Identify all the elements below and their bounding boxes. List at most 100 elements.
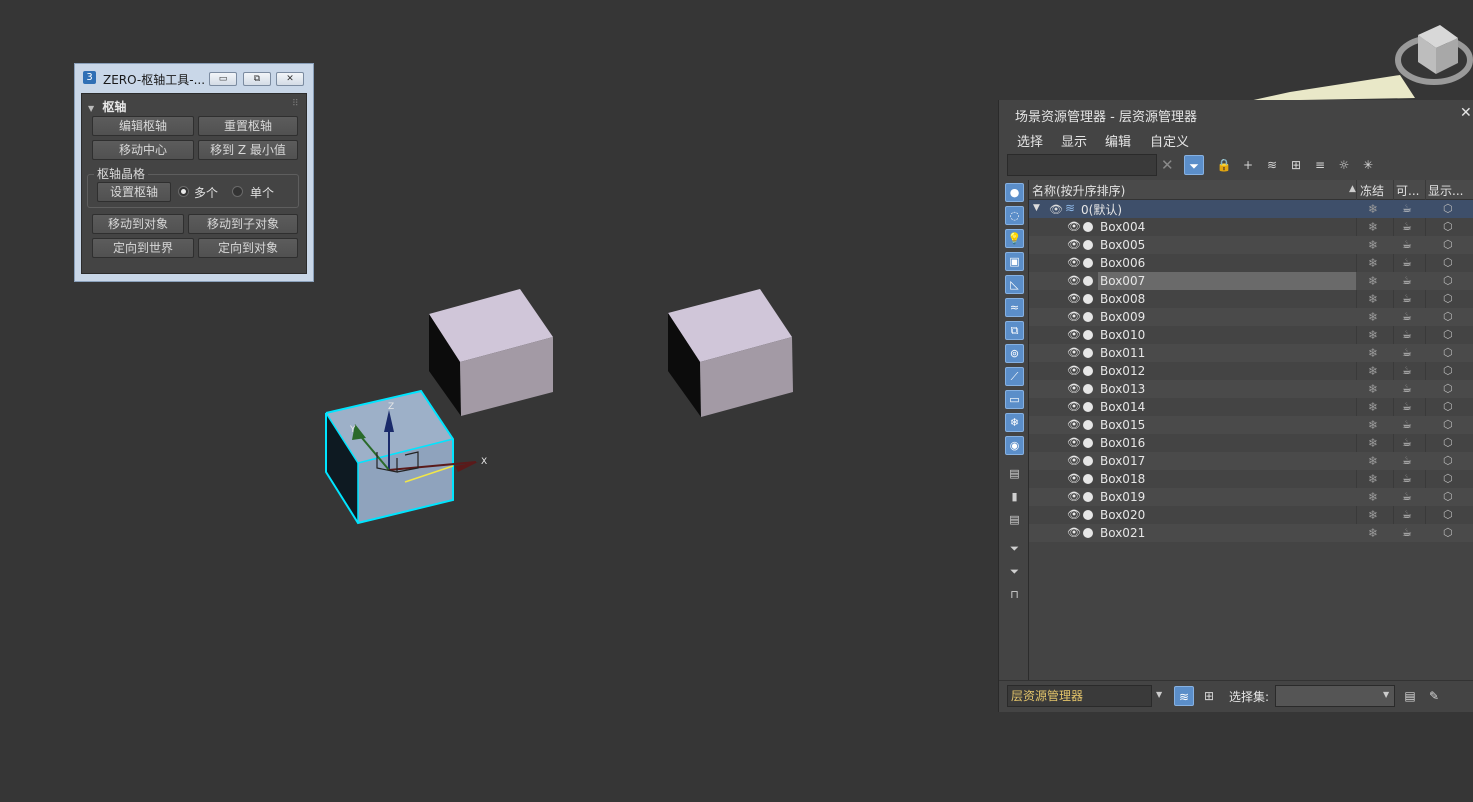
teapot-icon[interactable]: ☕ — [1402, 201, 1412, 217]
object-name[interactable]: Box011 — [1098, 344, 1356, 362]
eye-icon[interactable]: 👁 — [1067, 455, 1081, 467]
renderable-column-header[interactable]: 可... — [1396, 182, 1426, 199]
sparkle-icon[interactable]: ✳ — [1358, 155, 1378, 175]
bones-filter-icon[interactable]: ⟋ — [1005, 367, 1024, 386]
frozen-filter-icon[interactable]: ❄ — [1005, 413, 1024, 432]
box-display-icon[interactable]: ⬡ — [1443, 471, 1453, 487]
table-row[interactable]: 👁 Box007 ❄ ☕ ⬡ — [1029, 272, 1473, 290]
object-name[interactable]: Box007 — [1098, 272, 1356, 290]
freeze-icon[interactable]: ❄ — [1368, 219, 1378, 235]
box-display-icon[interactable]: ⬡ — [1443, 417, 1453, 433]
eye-icon[interactable]: 👁 — [1067, 347, 1081, 359]
object-name[interactable]: Box021 — [1098, 524, 1356, 542]
object-name[interactable]: Box020 — [1098, 506, 1356, 524]
explorer-mode-select[interactable]: 层资源管理器 — [1007, 685, 1152, 707]
box-display-icon[interactable]: ⬡ — [1443, 345, 1453, 361]
explorer-close-button[interactable]: ✕ — [1460, 105, 1472, 121]
box-display-icon[interactable]: ⬡ — [1443, 381, 1453, 397]
teapot-icon[interactable]: ☕ — [1402, 525, 1412, 541]
teapot-icon[interactable]: ☕ — [1402, 399, 1412, 415]
layer-tree[interactable]: 名称(按升序排序) ▲ 冻结 可... 显示... ▼ 👁 ≋ 0(默认) ❄ … — [1028, 180, 1473, 680]
orient-to-object-button[interactable]: 定向到对象 — [198, 238, 298, 258]
funnel-settings-icon[interactable]: ⏷ — [1005, 540, 1024, 559]
containers-filter-icon[interactable]: ▭ — [1005, 390, 1024, 409]
teapot-icon[interactable]: ☕ — [1402, 219, 1412, 235]
freeze-icon[interactable]: ❄ — [1368, 381, 1378, 397]
teapot-icon[interactable]: ☕ — [1402, 507, 1412, 523]
eye-icon[interactable]: 👁 — [1067, 239, 1081, 251]
box-display-icon[interactable]: ⬡ — [1443, 309, 1453, 325]
stack-icon[interactable]: ≡ — [1310, 155, 1330, 175]
helpers-filter-icon[interactable]: ◺ — [1005, 275, 1024, 294]
menu-select[interactable]: 选择 — [1017, 131, 1043, 150]
box-display-icon[interactable]: ⬡ — [1443, 201, 1453, 217]
object-name[interactable]: Box005 — [1098, 236, 1356, 254]
edit-selection-set-icon[interactable]: ✎ — [1424, 686, 1444, 706]
box-display-icon[interactable]: ⬡ — [1443, 435, 1453, 451]
box-display-icon[interactable]: ⬡ — [1443, 525, 1453, 541]
box-display-icon[interactable]: ⬡ — [1443, 363, 1453, 379]
layer-row-default[interactable]: ▼ 👁 ≋ 0(默认) ❄ ☕ ⬡ — [1029, 200, 1473, 218]
cameras-filter-icon[interactable]: ▣ — [1005, 252, 1024, 271]
table-row[interactable]: 👁 Box008 ❄ ☕ ⬡ — [1029, 290, 1473, 308]
light-icon[interactable]: ☼ — [1334, 155, 1354, 175]
eye-icon[interactable]: 👁 — [1067, 491, 1081, 503]
radio-single[interactable] — [232, 186, 243, 197]
eye-icon[interactable]: 👁 — [1067, 401, 1081, 413]
hidden-filter-icon[interactable]: ◉ — [1005, 436, 1024, 455]
freeze-icon[interactable]: ❄ — [1368, 507, 1378, 523]
move-center-button[interactable]: 移动中心 — [92, 140, 194, 160]
set-pivot-button[interactable]: 设置枢轴 — [97, 182, 171, 202]
freeze-icon[interactable]: ❄ — [1368, 327, 1378, 343]
eye-icon[interactable]: 👁 — [1067, 257, 1081, 269]
table-row[interactable]: 👁 Box011 ❄ ☕ ⬡ — [1029, 344, 1473, 362]
box-display-icon[interactable]: ⬡ — [1443, 219, 1453, 235]
layer-name[interactable]: 0(默认) — [1081, 201, 1122, 218]
object-name[interactable]: Box018 — [1098, 470, 1356, 488]
freeze-icon[interactable]: ❄ — [1368, 273, 1378, 289]
freeze-icon[interactable]: ❄ — [1368, 453, 1378, 469]
object-name[interactable]: Box017 — [1098, 452, 1356, 470]
funnel-icon[interactable]: ⏷ — [1005, 563, 1024, 582]
freeze-icon[interactable]: ❄ — [1368, 309, 1378, 325]
object-name[interactable]: Box016 — [1098, 434, 1356, 452]
box-display-icon[interactable]: ⬡ — [1443, 489, 1453, 505]
object-name[interactable]: Box004 — [1098, 218, 1356, 236]
orient-to-world-button[interactable]: 定向到世界 — [92, 238, 194, 258]
eye-icon[interactable]: 👁 — [1067, 329, 1081, 341]
move-to-object-button[interactable]: 移动到对象 — [92, 214, 184, 234]
add-layer-icon[interactable]: + — [1238, 155, 1258, 175]
box-object[interactable] — [429, 289, 553, 416]
freeze-icon[interactable]: ❄ — [1368, 525, 1378, 541]
table-row[interactable]: 👁 Box016 ❄ ☕ ⬡ — [1029, 434, 1473, 452]
object-name[interactable]: Box009 — [1098, 308, 1356, 326]
name-column-header[interactable]: 名称(按升序排序) — [1032, 182, 1352, 199]
table-row[interactable]: 👁 Box005 ❄ ☕ ⬡ — [1029, 236, 1473, 254]
table-row[interactable]: 👁 Box012 ❄ ☕ ⬡ — [1029, 362, 1473, 380]
eye-icon[interactable]: 👁 — [1049, 203, 1063, 216]
box-display-icon[interactable]: ⬡ — [1443, 399, 1453, 415]
teapot-icon[interactable]: ☕ — [1402, 291, 1412, 307]
eye-icon[interactable]: 👁 — [1067, 221, 1081, 233]
display-column-header[interactable]: 显示... — [1428, 182, 1473, 199]
eye-icon[interactable]: 👁 — [1067, 311, 1081, 323]
table-row[interactable]: 👁 Box020 ❄ ☕ ⬡ — [1029, 506, 1473, 524]
move-to-z-min-button[interactable]: 移到 Z 最小值 — [198, 140, 298, 160]
menu-customize[interactable]: 自定义 — [1150, 131, 1189, 150]
object-name[interactable]: Box010 — [1098, 326, 1356, 344]
restore-button[interactable]: ⧉ — [243, 72, 271, 86]
layer-mode-icon[interactable]: ≋ — [1174, 686, 1194, 706]
freeze-icon[interactable]: ❄ — [1368, 435, 1378, 451]
table-row[interactable]: 👁 Box019 ❄ ☕ ⬡ — [1029, 488, 1473, 506]
box-display-icon[interactable]: ⬡ — [1443, 453, 1453, 469]
radio-multi[interactable] — [178, 186, 189, 197]
object-name[interactable]: Box015 — [1098, 416, 1356, 434]
frozen-column-header[interactable]: 冻结 — [1360, 182, 1394, 199]
eye-icon[interactable]: 👁 — [1067, 293, 1081, 305]
table-row[interactable]: 👁 Box004 ❄ ☕ ⬡ — [1029, 218, 1473, 236]
teapot-icon[interactable]: ☕ — [1402, 453, 1412, 469]
filter-icon[interactable]: ⏷ — [1184, 155, 1204, 175]
box-display-icon[interactable]: ⬡ — [1443, 255, 1453, 271]
table-row[interactable]: 👁 Box018 ❄ ☕ ⬡ — [1029, 470, 1473, 488]
freeze-icon[interactable]: ❄ — [1368, 255, 1378, 271]
